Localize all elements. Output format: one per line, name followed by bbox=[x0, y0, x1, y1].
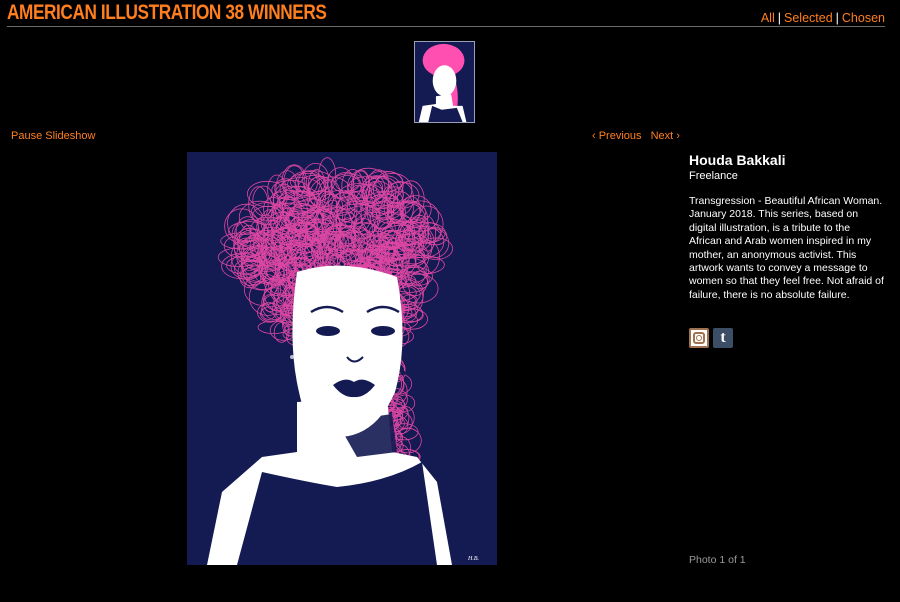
previous-link[interactable]: ‹ Previous bbox=[592, 130, 642, 142]
filter-separator: | bbox=[777, 11, 781, 25]
artwork-thumbnail[interactable] bbox=[414, 41, 475, 123]
tumblr-icon[interactable]: t bbox=[713, 328, 733, 349]
artist-name: Houda Bakkali bbox=[689, 152, 786, 168]
pause-slideshow-link[interactable]: Pause Slideshow bbox=[11, 130, 95, 142]
artwork-description: Transgression - Beautiful African Woman.… bbox=[689, 195, 884, 301]
filter-separator: | bbox=[835, 11, 839, 25]
pager: ‹ Previous Next › bbox=[592, 130, 680, 142]
filter-selected-link[interactable]: Selected bbox=[784, 11, 833, 25]
artwork-image[interactable]: H.B. bbox=[187, 152, 497, 565]
filter-chosen-link[interactable]: Chosen bbox=[842, 11, 885, 25]
photo-count: Photo 1 of 1 bbox=[689, 554, 746, 566]
filter-nav: All | Selected | Chosen bbox=[761, 11, 885, 25]
artist-affiliation: Freelance bbox=[689, 170, 738, 182]
svg-text:H.B.: H.B. bbox=[467, 556, 479, 562]
social-links: t bbox=[689, 328, 884, 349]
instagram-icon[interactable] bbox=[689, 328, 709, 349]
next-link[interactable]: Next › bbox=[651, 130, 680, 142]
entry-info: Houda Bakkali Freelance Transgression - … bbox=[689, 152, 884, 349]
filter-all-link[interactable]: All bbox=[761, 11, 775, 25]
site-title[interactable]: AMERICAN ILLUSTRATION 38 WINNERS bbox=[7, 1, 327, 25]
site-header: AMERICAN ILLUSTRATION 38 WINNERS All | Sel… bbox=[7, 0, 885, 27]
